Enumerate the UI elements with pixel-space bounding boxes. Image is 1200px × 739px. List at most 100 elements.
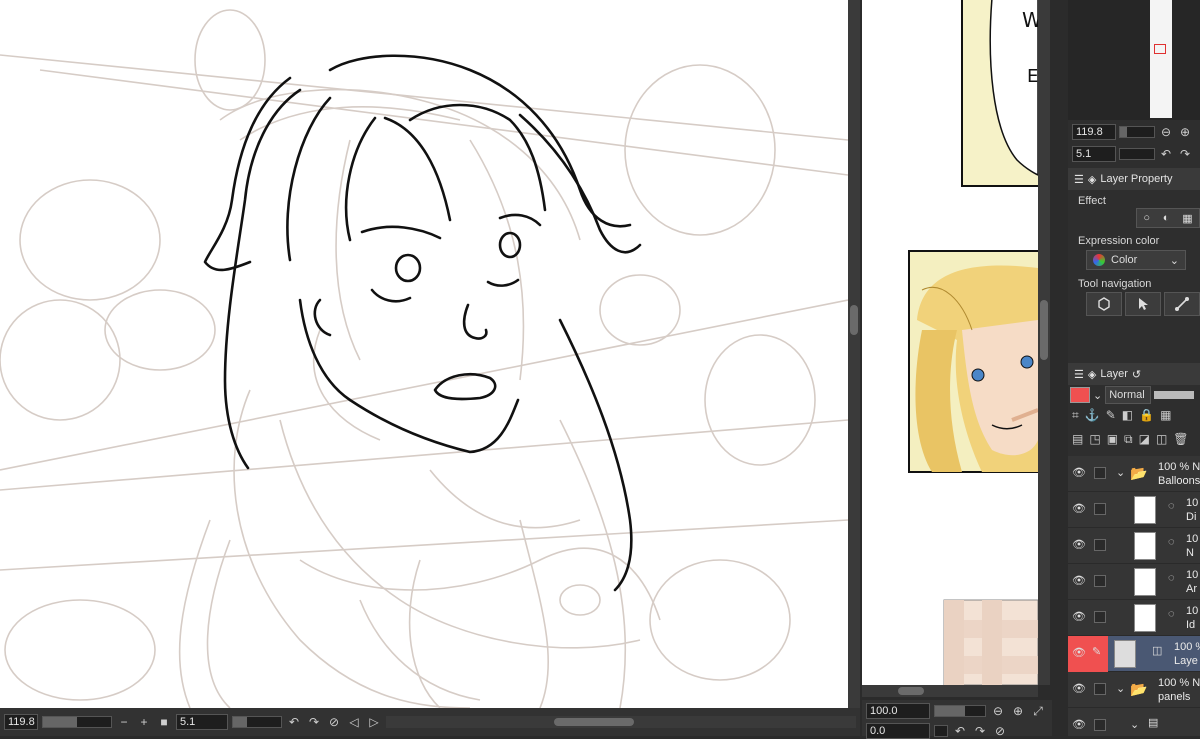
panel-menu-icon[interactable]: ☰ [1074,368,1084,381]
clip-icon[interactable]: ⌗ [1072,408,1079,423]
scroll-thumb[interactable] [554,718,634,726]
scroll-thumb[interactable] [850,305,858,335]
rotation-value[interactable]: 5.1 [176,714,228,730]
apply-mask-icon[interactable]: ◫ [1156,432,1167,447]
chevron-down-icon[interactable]: ⌄ [1116,682,1125,695]
transform-tool-button[interactable] [1164,292,1200,316]
reference-layer-icon[interactable]: ⚓ [1085,408,1100,423]
expression-color-dropdown[interactable]: Color ⌄ [1086,250,1186,270]
rotation-slider[interactable] [232,716,282,728]
zoom-out-icon[interactable]: − [116,714,132,730]
canvas-vertical-scrollbar[interactable] [848,0,860,708]
layer-row[interactable]: 👁 ⌄ ▤ [1068,708,1200,736]
canvas-horizontal-scrollbar[interactable] [386,716,856,728]
zoom-value[interactable]: 119.8 [4,714,38,730]
zoom-in-icon[interactable]: ⊕ [1010,703,1026,719]
layer-row[interactable]: 👁 ◌ 10 Id [1068,600,1200,636]
navigator-preview[interactable] [1068,0,1200,120]
layer-check[interactable] [1094,719,1106,731]
layer-row[interactable]: 👁 ◌ 10 Di [1068,492,1200,528]
merge-down-icon[interactable]: ⧉ [1124,432,1133,447]
main-color-swatch[interactable] [1070,387,1090,403]
opacity-bar[interactable] [1154,391,1195,399]
select-tool-button[interactable] [1125,292,1161,316]
zoom-out-icon[interactable]: ⊖ [1158,124,1174,140]
object-tool-button[interactable] [1086,292,1122,316]
layer-check[interactable] [1094,611,1106,623]
layer-opacity: 10 [1186,497,1199,509]
sub-view-zoom-value[interactable]: 100.0 [866,703,930,719]
flip-horizontal-icon[interactable]: ◁ [346,714,362,730]
eye-icon[interactable]: 👁 [1072,502,1088,518]
reset-rotation-icon[interactable]: ⊘ [992,723,1008,739]
ink-layer [203,54,642,592]
navigator-view-frame[interactable] [1154,44,1166,54]
blend-mode-dropdown[interactable]: Normal [1105,386,1152,404]
tab-layer-property[interactable]: Layer Property [1100,173,1172,185]
rotate-left-icon[interactable]: ↶ [286,714,302,730]
new-raster-layer-icon[interactable]: ▤ [1072,432,1083,447]
fit-icon[interactable]: ⤢ [1030,703,1046,719]
rotate-right-icon[interactable]: ↷ [972,723,988,739]
reset-rotation-icon[interactable]: ⊘ [326,714,342,730]
navigator-zoom-slider[interactable] [1119,126,1155,138]
mask-icon[interactable]: ◧ [1122,408,1133,423]
eye-icon[interactable]: 👁 [1072,718,1088,734]
new-vector-layer-icon[interactable]: ◳ [1089,432,1100,447]
rotate-right-icon[interactable]: ↷ [1177,146,1193,162]
scroll-thumb[interactable] [898,687,924,695]
zoom-out-icon[interactable]: ⊖ [990,703,1006,719]
eye-icon[interactable]: 👁 [1072,538,1088,554]
chevron-down-icon[interactable]: ⌄ [1116,466,1125,479]
draft-layer-icon[interactable]: ✎ [1106,408,1116,423]
layer-row[interactable]: 👁 ⌄ 📂 100 % No Balloons [1068,456,1200,492]
expression-color-label: Expression color [1078,235,1160,247]
lock-icon[interactable]: 🔒 [1139,408,1154,423]
rotate-left-icon[interactable]: ↶ [952,723,968,739]
sub-view-vertical-scrollbar[interactable] [1038,0,1050,685]
flip-vertical-icon[interactable]: ▷ [366,714,382,730]
zoom-in-icon[interactable]: ⊕ [1177,124,1193,140]
new-folder-icon[interactable]: ▣ [1107,432,1118,447]
border-effect-icon[interactable]: ○ [1143,212,1150,224]
chevron-down-icon[interactable]: ⌄ [1130,718,1139,731]
delete-layer-icon[interactable]: 🗑 [1173,432,1188,447]
navigator-zoom-value[interactable]: 119.8 [1072,124,1116,140]
rotate-left-icon[interactable]: ↶ [1158,146,1174,162]
layer-check[interactable] [1094,539,1106,551]
fit-screen-icon[interactable]: ■ [156,714,172,730]
history-icon[interactable]: ↺ [1132,368,1141,381]
sub-view-pane[interactable]: W E [862,0,1038,685]
rotate-right-icon[interactable]: ↷ [306,714,322,730]
checker-effect-icon[interactable]: ▦ [1182,212,1192,225]
eye-icon[interactable]: 👁 [1072,466,1088,482]
navigator-rotation-value[interactable]: 5.1 [1072,146,1116,162]
sub-view-horizontal-scrollbar[interactable] [862,685,1038,697]
eye-icon[interactable]: 👁 [1072,646,1088,662]
tab-layer[interactable]: Layer [1100,368,1128,380]
sub-view-rotation-value[interactable]: 0.0 [866,723,930,739]
eye-icon[interactable]: 👁 [1072,574,1088,590]
tone-effect-icon[interactable]: ◐ [1163,212,1170,224]
layer-check[interactable] [1094,683,1106,695]
zoom-in-icon[interactable]: + [136,714,152,730]
layer-row[interactable]: 👁 ⌄ 📂 100 % No panels [1068,672,1200,708]
lock-alpha-icon[interactable]: ▦ [1160,408,1171,423]
zoom-slider[interactable] [42,716,112,728]
layer-row[interactable]: 👁 ◌ 10 N [1068,528,1200,564]
chevron-down-icon[interactable]: ⌄ [1093,389,1102,402]
layer-row[interactable]: 👁 ◌ 10 Ar [1068,564,1200,600]
panel-menu-icon[interactable]: ☰ [1074,173,1084,186]
eye-icon[interactable]: 👁 [1072,610,1088,626]
scroll-thumb[interactable] [1040,300,1048,360]
navigator-rotation-slider[interactable] [1119,148,1155,160]
sub-view-zoom-slider[interactable] [934,705,986,717]
sub-view-rotation-slider[interactable] [934,725,948,737]
layer-check[interactable] [1094,467,1106,479]
drawing-canvas[interactable] [0,0,848,708]
layer-row-selected[interactable]: 👁 ✎ ◫ 100 % Laye [1068,636,1200,672]
layer-check[interactable] [1094,575,1106,587]
eye-icon[interactable]: 👁 [1072,682,1088,698]
layer-check[interactable] [1094,503,1106,515]
layer-mask-icon[interactable]: ◪ [1139,432,1150,447]
